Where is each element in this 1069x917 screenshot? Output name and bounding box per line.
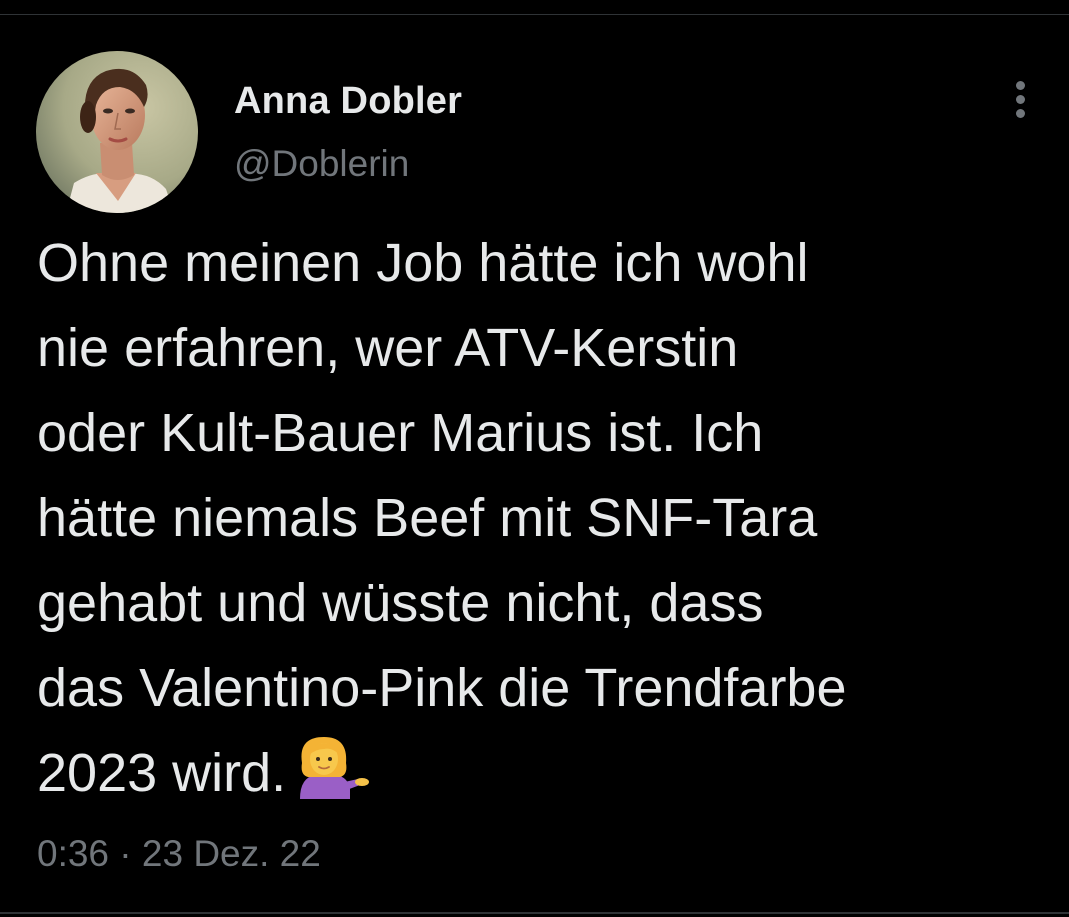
top-divider [0, 14, 1069, 15]
more-vertical-icon[interactable] [1004, 78, 1038, 122]
tweet-text-line: hätte niemals Beef mit SNF-Tara [37, 488, 818, 548]
tweet-text-line: nie erfahren, wer ATV-Kerstin [37, 318, 739, 378]
tweet-text-line: das Valentino-Pink die Trendfarbe [37, 658, 847, 718]
tweet-text-last-line: 2023 wird. [37, 731, 1057, 816]
author-display-name[interactable]: Anna Dobler [234, 80, 462, 123]
woman-tipping-hand-emoji-icon [294, 733, 370, 799]
avatar[interactable] [36, 51, 198, 213]
tweet-text-line: Ohne meinen Job hätte ich wohl [37, 233, 809, 293]
bottom-divider [0, 912, 1069, 914]
tweet-text-line: 2023 wird. [37, 743, 287, 803]
tweet-text: Ohne meinen Job hätte ich wohl nie erfah… [37, 221, 1057, 816]
tweet-text-line: oder Kult-Bauer Marius ist. Ich [37, 403, 764, 463]
tweet-text-line: gehabt und wüsste nicht, dass [37, 573, 764, 633]
tweet-timestamp[interactable]: 0:36 · 23 Dez. 22 [37, 833, 321, 875]
author-handle[interactable]: @Doblerin [234, 143, 409, 185]
